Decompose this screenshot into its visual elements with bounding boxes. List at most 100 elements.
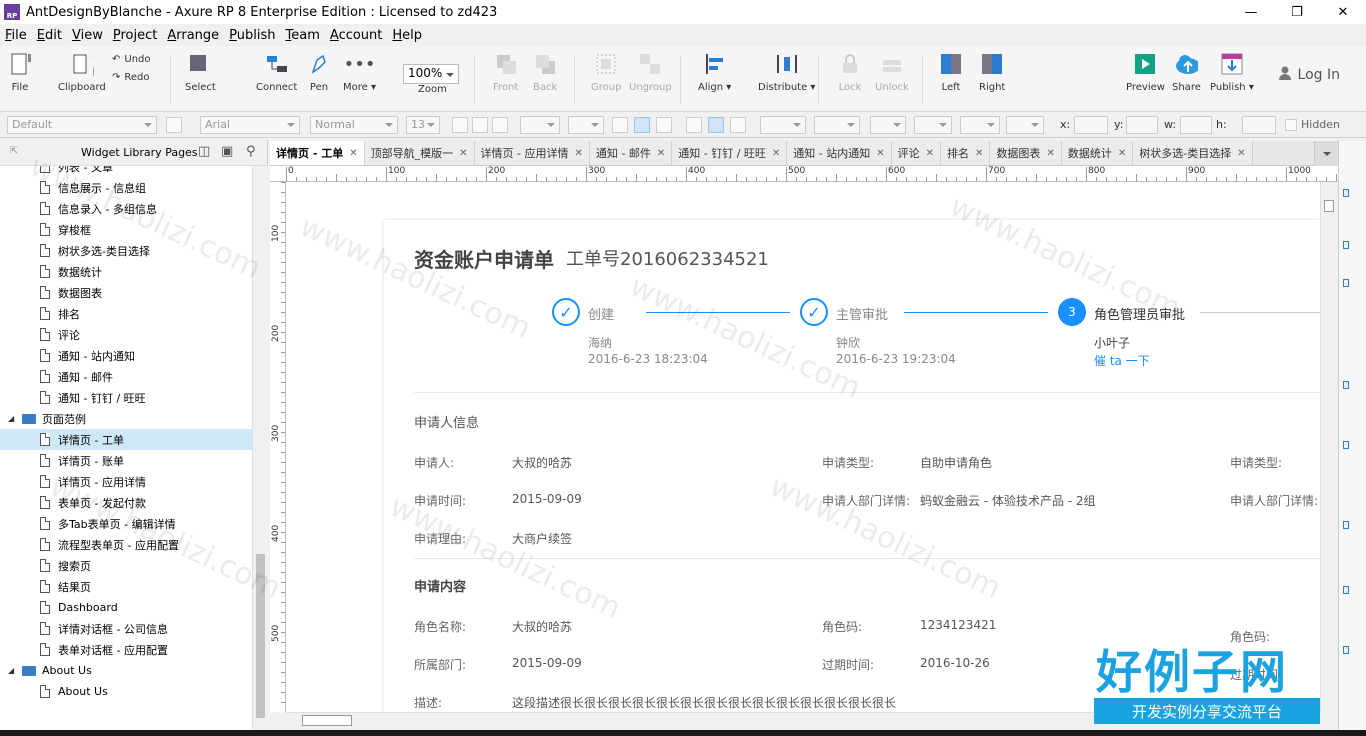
expand-arrow-icon[interactable]: ◢ — [8, 666, 16, 675]
tab-close-icon[interactable]: ✕ — [574, 148, 582, 159]
tabs-dropdown-icon[interactable] — [1314, 141, 1338, 166]
panel-marker-icon[interactable] — [1343, 441, 1349, 449]
fill-color-select[interactable] — [760, 116, 806, 134]
minimize-icon[interactable]: — — [1228, 0, 1274, 24]
tree-page[interactable]: 详情对话框 - 公司信息 — [0, 618, 252, 639]
tree-page[interactable]: 通知 - 钉钉 / 旺旺 — [0, 387, 252, 408]
tab-close-icon[interactable]: ✕ — [1237, 148, 1245, 159]
tree-page[interactable]: 多Tab表单页 - 编辑详情 — [0, 513, 252, 534]
tab-close-icon[interactable]: ✕ — [926, 148, 934, 159]
tree-page[interactable]: 详情页 - 工单 — [0, 429, 252, 450]
login-button[interactable]: Log In — [1278, 66, 1340, 84]
arrow-style-select[interactable] — [1006, 116, 1044, 134]
menu-item-project[interactable]: Project — [108, 28, 163, 43]
clipboard-button[interactable]: Clipboard — [58, 52, 106, 93]
valign-top-icon[interactable] — [686, 117, 702, 133]
y-input[interactable] — [1126, 116, 1158, 134]
tree-page[interactable]: 数据统计 — [0, 261, 252, 282]
menu-item-publish[interactable]: Publish — [224, 28, 280, 43]
width-input[interactable] — [1180, 116, 1212, 134]
page-tab[interactable]: 通知 - 站内通知 ✕ — [787, 141, 892, 165]
unlock-button[interactable]: Unlock — [875, 52, 909, 93]
page-tab[interactable]: 数据统计 ✕ — [1061, 141, 1134, 165]
pages-scrollbar-thumb[interactable] — [256, 554, 265, 718]
ungroup-button[interactable]: Ungroup — [629, 52, 672, 93]
font-color-select[interactable] — [520, 116, 560, 134]
tree-page[interactable]: 详情页 - 应用详情 — [0, 471, 252, 492]
pen-button[interactable]: Pen — [307, 52, 331, 93]
collapse-arrow-icon[interactable]: ⇱ — [10, 146, 18, 157]
menu-item-arrange[interactable]: Arrange — [162, 28, 224, 43]
preview-button[interactable]: Preview — [1126, 52, 1165, 93]
panel-marker-icon[interactable] — [1343, 381, 1349, 389]
menu-item-team[interactable]: Team — [281, 28, 325, 43]
tree-page[interactable]: 数据图表 — [0, 282, 252, 303]
line-style-select[interactable] — [960, 116, 1000, 134]
align-button[interactable]: Align ▾ — [698, 52, 731, 93]
font-select[interactable]: Arial — [200, 116, 300, 134]
tab-close-icon[interactable]: ✕ — [349, 148, 357, 159]
font-size-select[interactable]: 13 — [406, 116, 440, 134]
tab-close-icon[interactable]: ✕ — [657, 148, 665, 159]
distribute-button[interactable]: Distribute ▾ — [758, 52, 815, 93]
menu-item-view[interactable]: View — [67, 28, 108, 43]
page-tab[interactable]: 树状多选-类目选择 ✕ — [1133, 141, 1253, 165]
tree-page[interactable]: 表单页 - 发起付款 — [0, 492, 252, 513]
style-select[interactable]: Default — [7, 116, 157, 134]
tree-page[interactable]: 结果页 — [0, 576, 252, 597]
tree-page[interactable]: 搜索页 — [0, 555, 252, 576]
menu-item-account[interactable]: Account — [325, 28, 388, 43]
style-edit-icon[interactable] — [166, 117, 182, 133]
panel-marker-icon[interactable] — [1343, 586, 1349, 594]
page-tab[interactable]: 顶部导航_模版一 ✕ — [364, 141, 475, 165]
tree-page[interactable]: 评论 — [0, 324, 252, 345]
bold-icon[interactable] — [452, 117, 468, 133]
tree-page[interactable]: 树状多选-类目选择 — [0, 240, 252, 261]
page-tab[interactable]: 详情页 - 应用详情 ✕ — [474, 141, 590, 165]
panel-marker-icon[interactable] — [1343, 521, 1349, 529]
text-align-left-icon[interactable] — [612, 117, 628, 133]
panel-marker-icon[interactable] — [1343, 646, 1349, 654]
tab-close-icon[interactable]: ✕ — [975, 148, 983, 159]
menu-item-file[interactable]: File — [0, 28, 32, 43]
left-button[interactable]: Left — [939, 52, 963, 93]
page-tab[interactable]: 排名 ✕ — [941, 141, 991, 165]
search-icon[interactable]: ⚲ — [246, 144, 256, 159]
send-back-button[interactable]: Back — [533, 52, 557, 93]
expand-arrow-icon[interactable]: ◢ — [8, 414, 16, 423]
line-color-select[interactable] — [870, 116, 906, 134]
tab-close-icon[interactable]: ✕ — [459, 148, 467, 159]
valign-bottom-icon[interactable] — [730, 117, 746, 133]
bullet-select[interactable] — [568, 116, 604, 134]
canvas-vscroll-thumb[interactable] — [1324, 200, 1334, 212]
tree-page[interactable]: 列表 - 文章 — [0, 166, 252, 177]
page-tab[interactable]: 通知 - 钉钉 / 旺旺 ✕ — [672, 141, 788, 165]
redo-button[interactable]: ↷ Redo — [112, 72, 150, 83]
page-tab[interactable]: 数据图表 ✕ — [990, 141, 1062, 165]
tab-close-icon[interactable]: ✕ — [772, 148, 780, 159]
tree-page[interactable]: 流程型表单页 - 应用配置 — [0, 534, 252, 555]
tree-page[interactable]: 排名 — [0, 303, 252, 324]
tree-page[interactable]: 信息录入 - 多组信息 — [0, 198, 252, 219]
tree-page[interactable]: Dashboard — [0, 597, 252, 618]
hidden-checkbox[interactable] — [1285, 119, 1297, 131]
tree-page[interactable]: 详情页 - 账单 — [0, 450, 252, 471]
lock-button[interactable]: Lock — [838, 52, 862, 93]
zoom-select[interactable]: 100% — [403, 64, 459, 84]
text-align-right-icon[interactable] — [656, 117, 672, 133]
group-button[interactable]: Group — [591, 52, 621, 93]
right-button[interactable]: Right — [979, 52, 1005, 93]
tree-page[interactable]: 穿梭框 — [0, 219, 252, 240]
line-width-select[interactable] — [914, 116, 952, 134]
remind-link[interactable]: 催 ta 一下 — [1094, 352, 1150, 369]
share-button[interactable]: Share — [1172, 52, 1201, 93]
tab-close-icon[interactable]: ✕ — [1046, 148, 1054, 159]
text-align-center-icon[interactable] — [634, 117, 650, 133]
panel-marker-icon[interactable] — [1343, 241, 1349, 249]
file-button[interactable]: File — [8, 52, 32, 93]
valign-middle-icon[interactable] — [708, 117, 724, 133]
more-button[interactable]: ••• More ▾ — [343, 52, 376, 94]
tree-folder[interactable]: ◢ 页面范例 — [0, 408, 252, 429]
tree-page[interactable]: 信息展示 - 信息组 — [0, 177, 252, 198]
tree-folder[interactable]: ◢ About Us — [0, 660, 252, 681]
